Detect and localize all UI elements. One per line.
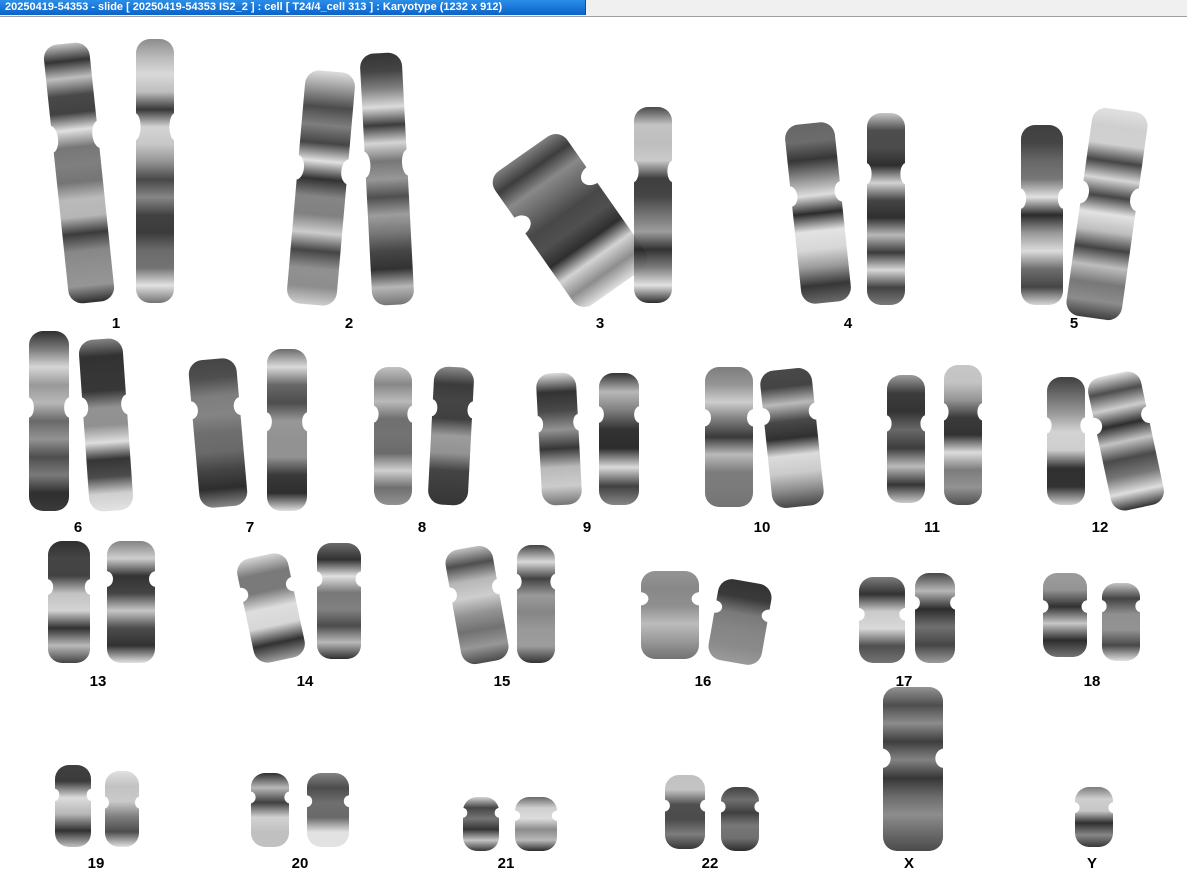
chromosome-label-14: 14 bbox=[296, 673, 314, 690]
chromosome-1-2[interactable] bbox=[129, 38, 181, 304]
chromosome-label-12: 12 bbox=[1091, 519, 1109, 536]
chromosome-2-1[interactable] bbox=[285, 68, 357, 308]
chromosome-19-2[interactable] bbox=[98, 770, 146, 848]
chromosome-label-18: 18 bbox=[1083, 673, 1101, 690]
chromosome-2-2[interactable] bbox=[358, 51, 415, 307]
chromosome-label-8: 8 bbox=[417, 519, 427, 536]
chromosome-6-2[interactable] bbox=[75, 337, 135, 514]
chromosome-15-2[interactable] bbox=[510, 544, 562, 664]
chromosome-label-10: 10 bbox=[753, 519, 771, 536]
chromosome-22-1[interactable] bbox=[658, 774, 712, 850]
chromosome-4-2[interactable] bbox=[860, 112, 912, 306]
chromosome-10-2[interactable] bbox=[755, 366, 826, 511]
chromosome-12-1[interactable] bbox=[1040, 376, 1092, 506]
chromosome-label-19: 19 bbox=[87, 855, 105, 872]
chromosome-label-x: X bbox=[903, 855, 914, 872]
chromosome-12-2[interactable] bbox=[1084, 368, 1167, 515]
chromosome-3-2[interactable] bbox=[627, 106, 679, 304]
chromosome-label-y: Y bbox=[1086, 855, 1097, 872]
chromosome-18-2[interactable] bbox=[1095, 582, 1147, 662]
chromosome-label-9: 9 bbox=[582, 519, 592, 536]
chromosome-label-11: 11 bbox=[924, 519, 940, 536]
chromosome-label-5: 5 bbox=[1069, 315, 1079, 332]
chromosome-x-1[interactable] bbox=[873, 686, 953, 852]
chromosome-label-16: 16 bbox=[694, 673, 712, 690]
chromosome-label-21: 21 bbox=[497, 855, 515, 872]
chromosome-7-1[interactable] bbox=[183, 356, 250, 510]
chromosome-11-2[interactable] bbox=[937, 364, 989, 506]
chromosome-21-1[interactable] bbox=[456, 796, 506, 852]
chromosome-5-2[interactable] bbox=[1064, 105, 1151, 323]
chromosome-13-1[interactable] bbox=[40, 540, 98, 664]
chromosome-label-6: 6 bbox=[73, 519, 83, 536]
chromosome-18-1[interactable] bbox=[1035, 572, 1095, 658]
window-title-bar: 20250419-54353 - slide [ 20250419-54353 … bbox=[0, 0, 1187, 17]
chromosome-17-1[interactable] bbox=[851, 576, 913, 664]
chromosome-15-1[interactable] bbox=[442, 543, 512, 668]
chromosome-8-2[interactable] bbox=[425, 365, 480, 507]
karyotype-canvas: 1 2 3 4 5 6 7 8 9 10 11 12 13 14 15 16 17 18 19 20 21 22 X Y bbox=[0, 17, 1187, 876]
chromosome-label-4: 4 bbox=[843, 315, 853, 332]
chromosome-16-1[interactable] bbox=[631, 570, 709, 660]
chromosome-8-1[interactable] bbox=[367, 366, 419, 506]
chromosome-label-1: 1 bbox=[111, 315, 121, 332]
chromosome-label-2: 2 bbox=[344, 315, 354, 332]
chromosome-1-1[interactable] bbox=[41, 40, 116, 306]
chromosome-17-2[interactable] bbox=[908, 572, 962, 664]
chromosome-14-2[interactable] bbox=[309, 542, 369, 660]
chromosome-20-2[interactable] bbox=[299, 772, 357, 848]
chromosome-13-2[interactable] bbox=[99, 540, 163, 664]
chromosome-7-2[interactable] bbox=[260, 348, 314, 512]
chromosome-5-1[interactable] bbox=[1013, 124, 1071, 306]
chromosome-label-22: 22 bbox=[701, 855, 719, 872]
chromosome-9-1[interactable] bbox=[531, 371, 586, 507]
chromosome-9-2[interactable] bbox=[592, 372, 646, 506]
chromosome-3-1[interactable] bbox=[486, 127, 654, 314]
window-title[interactable]: 20250419-54353 - slide [ 20250419-54353 … bbox=[0, 0, 586, 15]
chromosome-16-2[interactable] bbox=[705, 576, 778, 668]
chromosome-4-1[interactable] bbox=[782, 120, 854, 306]
chromosome-21-2[interactable] bbox=[507, 796, 565, 852]
chromosome-label-20: 20 bbox=[291, 855, 309, 872]
chromosome-22-2[interactable] bbox=[714, 786, 766, 852]
chromosome-6-1[interactable] bbox=[22, 330, 76, 512]
chromosome-11-1[interactable] bbox=[880, 374, 932, 504]
chromosome-14-1[interactable] bbox=[233, 550, 308, 667]
chromosome-20-1[interactable] bbox=[244, 772, 296, 848]
chromosome-10-1[interactable] bbox=[697, 366, 761, 508]
chromosome-label-15: 15 bbox=[493, 673, 511, 690]
chromosome-label-7: 7 bbox=[245, 519, 255, 536]
chromosome-label-13: 13 bbox=[89, 673, 107, 690]
chromosome-y-1[interactable] bbox=[1068, 786, 1120, 848]
chromosome-label-3: 3 bbox=[595, 315, 605, 332]
chromosome-19-1[interactable] bbox=[48, 764, 98, 848]
